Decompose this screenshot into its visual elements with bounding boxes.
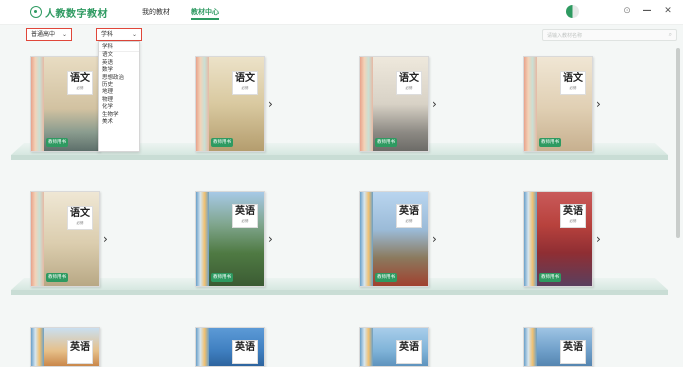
user-avatar[interactable] xyxy=(566,5,579,18)
book-card[interactable]: 英语 xyxy=(195,327,265,367)
chevron-down-icon: ⌄ xyxy=(61,31,67,38)
minimize-icon[interactable]: — xyxy=(641,5,653,17)
logo-icon xyxy=(30,6,42,18)
book-title: 英语 xyxy=(70,342,90,353)
book-tag: 教师用书 xyxy=(211,138,233,147)
nav-textbook-center[interactable]: 教材中心 xyxy=(191,7,219,20)
settings-icon[interactable]: ⊙ xyxy=(621,5,633,17)
book-title: 语文 xyxy=(563,73,583,84)
title-bar: 人教数字教材 我的教材 教材中心 ⊙ — ✕ xyxy=(0,0,683,25)
book-card[interactable]: 语文 必修 教师用书 xyxy=(523,56,593,152)
book-title: 英语 xyxy=(399,206,419,217)
book-title: 英语 xyxy=(563,342,583,353)
stage-select[interactable]: 普通高中 ⌄ xyxy=(26,28,72,41)
book-card[interactable]: 英语 xyxy=(359,327,429,367)
subject-option[interactable]: 语文 xyxy=(99,52,139,59)
search-input[interactable]: 请输入教材名称 ⌕ xyxy=(542,29,677,41)
book-tag: 教师用书 xyxy=(375,273,397,282)
book-title: 英语 xyxy=(563,206,583,217)
book-tag: 教师用书 xyxy=(375,138,397,147)
book-card[interactable]: 语文 必修 教师用书 xyxy=(30,56,100,152)
subject-option[interactable]: 数学 xyxy=(99,67,139,74)
app-title: 人教数字教材 xyxy=(45,8,108,20)
subject-select[interactable]: 学科 ⌄ xyxy=(96,28,142,41)
book-title: 英语 xyxy=(399,342,419,353)
book-card[interactable]: 英语 xyxy=(523,327,593,367)
book-title: 英语 xyxy=(235,206,255,217)
book-card[interactable]: 语文 必修 教师用书 xyxy=(30,191,100,287)
book-title: 英语 xyxy=(235,342,255,353)
subject-option[interactable]: 美术 xyxy=(99,119,139,126)
chevron-down-icon: ⌄ xyxy=(131,31,137,38)
book-tag: 教师用书 xyxy=(46,273,68,282)
search-icon[interactable]: ⌕ xyxy=(669,31,672,39)
book-card[interactable]: 英语 必修 教师用书 xyxy=(195,191,265,287)
book-tag: 教师用书 xyxy=(211,273,233,282)
book-tag: 教师用书 xyxy=(539,138,561,147)
stage-select-value: 普通高中 xyxy=(31,31,56,38)
chevron-right-icon[interactable]: › xyxy=(432,233,440,245)
chevron-right-icon[interactable]: › xyxy=(103,233,111,245)
subject-option[interactable]: 思想政治 xyxy=(99,75,139,82)
book-tag: 教师用书 xyxy=(539,273,561,282)
chevron-right-icon[interactable]: › xyxy=(268,233,276,245)
book-tag: 教师用书 xyxy=(46,138,68,147)
book-card[interactable]: 英语 xyxy=(30,327,100,367)
scrollbar[interactable] xyxy=(676,48,680,238)
chevron-right-icon[interactable]: › xyxy=(596,233,604,245)
book-title: 语文 xyxy=(70,73,90,84)
subject-option[interactable]: 地理 xyxy=(99,89,139,96)
nav-my-textbooks[interactable]: 我的教材 xyxy=(142,7,170,17)
chevron-right-icon[interactable]: › xyxy=(268,98,276,110)
chevron-right-icon[interactable]: › xyxy=(432,98,440,110)
book-card[interactable]: 语文 必修 教师用书 xyxy=(195,56,265,152)
book-title: 语文 xyxy=(235,73,255,84)
book-title: 语文 xyxy=(70,208,90,219)
subject-dropdown-menu: 学科 语文 英语 数学 思想政治 历史 地理 物理 化学 生物学 美术 xyxy=(98,41,140,152)
subject-option[interactable]: 生物学 xyxy=(99,112,139,119)
book-card[interactable]: 语文 必修 教师用书 xyxy=(359,56,429,152)
app-logo: 人教数字教材 xyxy=(30,5,108,20)
search-placeholder: 请输入教材名称 xyxy=(547,33,583,39)
chevron-right-icon[interactable]: › xyxy=(596,98,604,110)
subject-option[interactable]: 化学 xyxy=(99,104,139,111)
close-icon[interactable]: ✕ xyxy=(662,5,674,17)
book-card[interactable]: 英语 必修 教师用书 xyxy=(523,191,593,287)
subject-select-value: 学科 xyxy=(101,31,114,38)
book-card[interactable]: 英语 必修 教师用书 xyxy=(359,191,429,287)
book-title: 语文 xyxy=(399,73,419,84)
